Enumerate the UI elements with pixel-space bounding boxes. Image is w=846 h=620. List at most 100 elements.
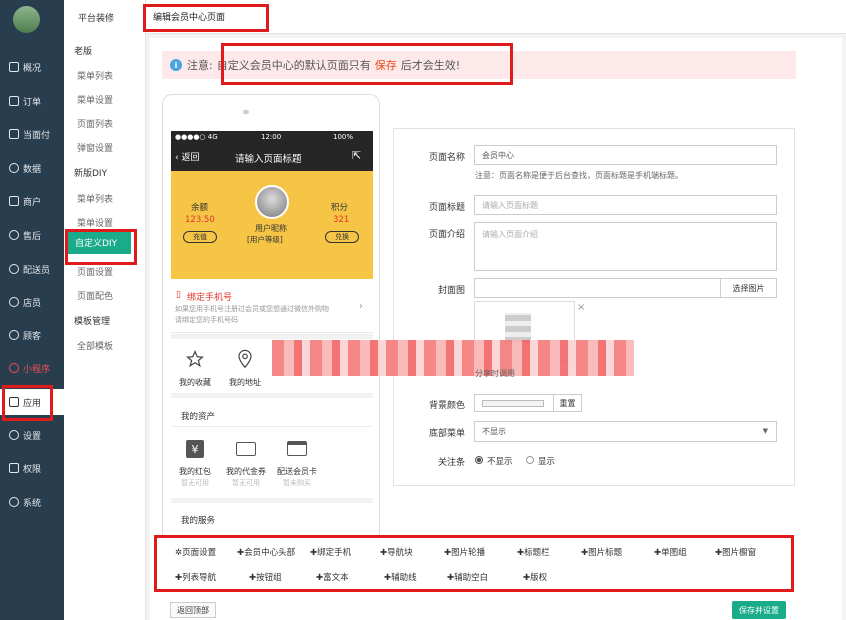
user-level: [用户等级] <box>247 235 283 244</box>
radio-hide[interactable] <box>475 456 483 464</box>
redeem-button[interactable]: 兑换 <box>325 231 359 243</box>
reset-color-button[interactable]: 重置 <box>553 394 582 412</box>
radio-show[interactable] <box>526 456 534 464</box>
star-icon[interactable] <box>186 350 204 368</box>
back-to-top-button[interactable]: 返回顶部 <box>170 602 216 618</box>
radio-hide-label[interactable]: 不显示 <box>487 455 513 467</box>
divider <box>171 426 373 427</box>
notice-save-word: 保存 <box>374 59 397 72</box>
nav-item-merchant[interactable]: 商户 <box>0 188 64 214</box>
member-card-label[interactable]: 配送会员卡 <box>272 466 322 477</box>
close-icon[interactable]: × <box>577 302 585 313</box>
toolbar-image-title[interactable]: ✚图片标题 <box>581 546 622 558</box>
subnav-item[interactable]: 弹窗设置 <box>77 141 113 154</box>
recharge-button[interactable]: 充值 <box>183 231 217 243</box>
shop-icon <box>9 196 19 206</box>
page-name-input[interactable]: 会员中心 <box>474 145 777 165</box>
toolbar-list-nav[interactable]: ✚列表导航 <box>175 571 216 583</box>
divider <box>171 498 373 503</box>
nav-item-clerk[interactable]: 店员 <box>0 289 64 315</box>
toolbar-blank-space[interactable]: ✚辅助空白 <box>447 571 488 583</box>
bottom-menu-select[interactable]: 不显示 ▼ <box>474 421 777 442</box>
subnav-item[interactable]: 菜单设置 <box>77 216 113 229</box>
page-intro-textarea[interactable]: 请输入页面介绍 <box>474 222 777 271</box>
nav-item-apps[interactable]: 应用 <box>0 389 64 415</box>
nav-item-facepay[interactable]: 当面付 <box>0 121 64 147</box>
aftersale-icon <box>9 230 19 240</box>
subnav-group-new: 新版DIY <box>74 169 108 179</box>
favorites-label[interactable]: 我的收藏 <box>176 377 214 388</box>
toolbar-carousel[interactable]: ✚图片轮播 <box>444 546 485 558</box>
subnav-item[interactable]: 菜单列表 <box>77 192 113 205</box>
phone-nav-bar[interactable]: ‹ 返回 请输入页面标题 ⇱ <box>171 143 373 171</box>
avatar[interactable] <box>13 6 40 33</box>
toolbar-title-bar[interactable]: ✚标题栏 <box>517 546 550 558</box>
payment-icon <box>9 129 19 139</box>
nav-item-orders[interactable]: 订单 <box>0 88 64 114</box>
subnav-item[interactable]: 页面配色 <box>77 289 113 302</box>
choose-image-button[interactable]: 选择图片 <box>720 278 777 298</box>
voucher-sub: 暂无可用 <box>232 479 260 487</box>
points-label: 积分 <box>331 203 349 213</box>
subnav-item[interactable]: 菜单列表 <box>77 69 113 82</box>
member-card-sub: 暂未购买 <box>283 479 311 487</box>
toolbar-page-settings[interactable]: ✲页面设置 <box>175 546 216 558</box>
page-title-input[interactable]: 请输入页面标题 <box>474 195 777 215</box>
redpack-label[interactable]: 我的红包 <box>176 466 214 477</box>
toolbar-bind-phone[interactable]: ✚绑定手机 <box>310 546 351 558</box>
cover-url-input[interactable] <box>474 278 721 298</box>
status-time: 12:00 <box>261 133 282 141</box>
subnav-item[interactable]: 菜单设置 <box>77 93 113 106</box>
miniprogram-icon <box>9 363 19 373</box>
nav-item-system[interactable]: 系统 <box>0 489 64 515</box>
toolbar-single-image[interactable]: ✚单图组 <box>654 546 687 558</box>
chevron-right-icon: › <box>359 301 363 312</box>
nav-item-data[interactable]: 数据 <box>0 155 64 181</box>
nav-item-aftersale[interactable]: 售后 <box>0 222 64 248</box>
delivery-icon <box>9 264 19 274</box>
top-bar <box>146 0 846 34</box>
bind-title: 绑定手机号 <box>187 293 233 303</box>
redpack-icon[interactable]: ¥ <box>186 440 204 458</box>
bg-color-picker[interactable] <box>474 394 554 412</box>
address-label[interactable]: 我的地址 <box>226 377 264 388</box>
system-icon <box>9 497 19 507</box>
radio-show-label[interactable]: 显示 <box>538 455 555 467</box>
share-hint: 分享时调用 <box>475 369 515 378</box>
subnav-group-old: 老版 <box>74 47 93 57</box>
toolbar-guide-line[interactable]: ✚辅助线 <box>384 571 417 583</box>
subnav-title[interactable]: 平台装修 <box>78 11 114 24</box>
subnav-item[interactable]: 页面设置 <box>77 265 113 278</box>
location-icon[interactable] <box>236 349 254 369</box>
order-icon <box>9 96 19 106</box>
balance-value: 123.50 <box>185 215 215 225</box>
nav-item-settings[interactable]: 设置 <box>0 422 64 448</box>
back-link[interactable]: ‹ 返回 <box>175 150 199 163</box>
nav-item-customer[interactable]: 顾客 <box>0 322 64 348</box>
nav-item-overview[interactable]: 概况 <box>0 54 64 80</box>
share-icon[interactable]: ⇱ <box>352 149 361 162</box>
subnav-item[interactable]: 全部模板 <box>77 339 113 352</box>
phone-page-title[interactable]: 请输入页面标题 <box>235 151 302 165</box>
nav-item-permissions[interactable]: 权限 <box>0 455 64 481</box>
toolbar-button-group[interactable]: ✚按钮组 <box>249 571 282 583</box>
balance-label: 余额 <box>191 203 209 213</box>
subnav-item[interactable]: 页面列表 <box>77 117 113 130</box>
toolbar-copyright[interactable]: ✚版权 <box>523 571 547 583</box>
subnav-item-diy[interactable]: 自定义DIY <box>67 231 131 254</box>
data-icon <box>9 163 19 173</box>
toolbar-nav-block[interactable]: ✚导航块 <box>380 546 413 558</box>
bind-phone-row[interactable]: ▯ 绑定手机号 如果您用手机号注册过会员或您想通过微信外购物 请绑定您的手机号码… <box>171 283 373 333</box>
notice-text-end: 后才会生效! <box>400 59 461 72</box>
color-swatch <box>482 399 544 407</box>
save-and-set-button[interactable]: 保存并设置 <box>732 601 786 619</box>
toolbar-rich-text[interactable]: ✚富文本 <box>316 571 349 583</box>
voucher-icon[interactable] <box>236 442 256 456</box>
divider <box>171 393 373 398</box>
member-card-icon[interactable] <box>287 441 307 456</box>
nav-item-delivery[interactable]: 配送员 <box>0 256 64 282</box>
toolbar-member-header[interactable]: ✚会员中心头部 <box>237 546 295 558</box>
toolbar-image-window[interactable]: ✚图片橱窗 <box>715 546 756 558</box>
voucher-label[interactable]: 我的代金券 <box>222 466 270 477</box>
nav-item-miniprogram[interactable]: 小程序 <box>0 355 64 381</box>
